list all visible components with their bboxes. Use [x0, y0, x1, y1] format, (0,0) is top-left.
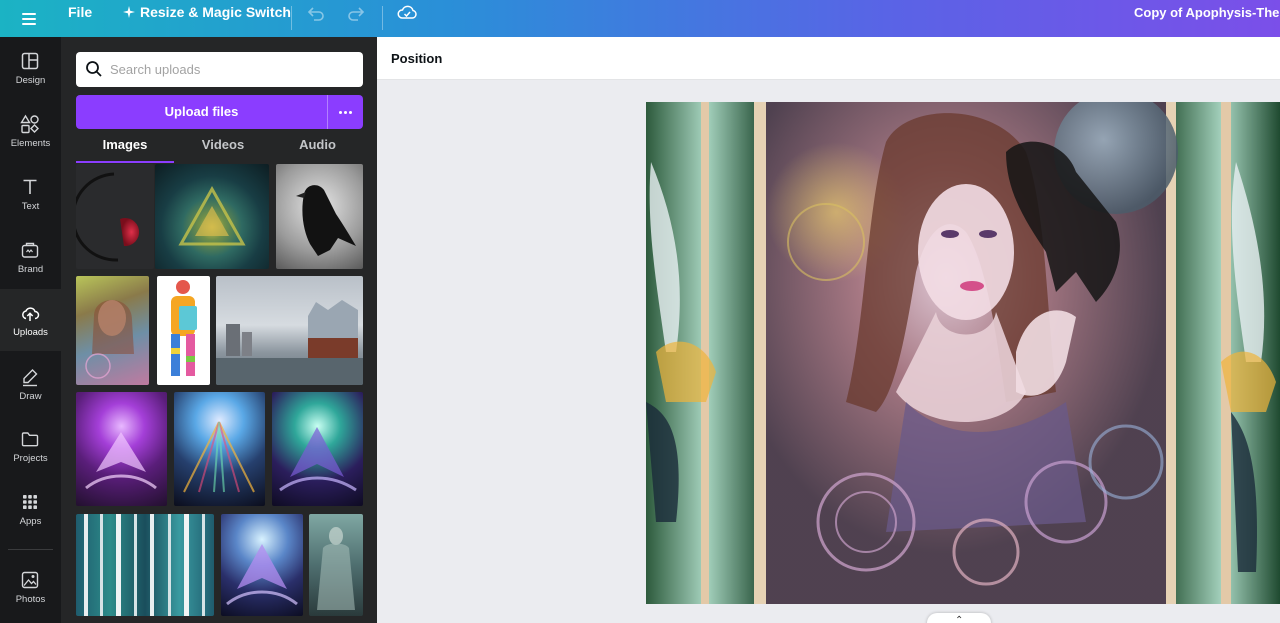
- context-toolbar: Position: [377, 37, 1280, 80]
- upload-thumbnail[interactable]: [272, 392, 363, 506]
- upload-thumbnail[interactable]: [216, 276, 363, 385]
- search-uploads-input[interactable]: [110, 52, 355, 87]
- rail-label: Draw: [19, 391, 42, 402]
- upload-thumbnail[interactable]: [155, 164, 269, 269]
- upload-thumbnail[interactable]: [76, 164, 154, 269]
- more-options-icon[interactable]: [328, 95, 363, 129]
- rail-item-projects[interactable]: Projects: [0, 415, 61, 477]
- rail-label: Brand: [17, 264, 44, 275]
- position-button[interactable]: Position: [391, 51, 442, 66]
- rail-label: Uploads: [13, 327, 48, 338]
- sparkle-icon: [123, 6, 135, 18]
- brand-icon: [21, 242, 39, 258]
- chevron-up-icon: ⌃: [955, 615, 964, 623]
- folder-icon: [21, 432, 39, 447]
- rail-item-text[interactable]: Text: [0, 163, 61, 225]
- design-page[interactable]: [646, 102, 1280, 604]
- image-icon: [21, 571, 39, 589]
- tab-audio[interactable]: Audio: [272, 133, 363, 163]
- resize-magic-switch-button[interactable]: Resize & Magic Switch: [123, 4, 291, 20]
- resize-label: Resize & Magic Switch: [140, 4, 291, 20]
- search-box: [76, 52, 363, 87]
- rail-item-apps[interactable]: Apps: [0, 478, 61, 540]
- rail-label: Elements: [10, 138, 51, 149]
- file-menu-button[interactable]: File: [68, 4, 92, 20]
- text-icon: [23, 179, 37, 194]
- upload-thumbnail[interactable]: [76, 392, 167, 506]
- upload-thumbnail[interactable]: [309, 514, 363, 616]
- tab-images[interactable]: Images: [76, 133, 174, 163]
- rail-item-design[interactable]: Design: [0, 37, 61, 99]
- layout-icon: [21, 52, 39, 70]
- undo-icon[interactable]: [305, 3, 327, 25]
- upload-thumbnail[interactable]: [76, 276, 149, 385]
- upload-files-button[interactable]: Upload files: [76, 95, 327, 129]
- pen-icon: [23, 369, 38, 387]
- grid-icon: [23, 495, 37, 509]
- rail-label: Apps: [19, 516, 42, 527]
- top-bar: File Resize & Magic Switch Copy of Apoph…: [0, 0, 1280, 37]
- upload-thumbnail[interactable]: [76, 514, 214, 616]
- upload-thumbnail[interactable]: [157, 276, 210, 385]
- rail-label: Design: [15, 75, 46, 86]
- tab-videos[interactable]: Videos: [174, 133, 272, 163]
- rail-label: Photos: [15, 594, 46, 605]
- upload-thumbnail[interactable]: [174, 392, 265, 506]
- hamburger-menu-icon[interactable]: [18, 8, 40, 30]
- upload-thumbnail[interactable]: [221, 514, 303, 616]
- toolbar-divider: [382, 6, 383, 30]
- left-rail: Design Elements Text Brand Uploads Draw …: [0, 37, 61, 623]
- rail-item-elements[interactable]: Elements: [0, 100, 61, 162]
- cloud-saved-icon[interactable]: [396, 1, 418, 23]
- uploads-panel: Upload files Images Videos Audio: [61, 37, 377, 623]
- page-scroll-handle[interactable]: ⌃: [927, 613, 991, 623]
- rail-divider: [8, 549, 53, 550]
- upload-thumbnail[interactable]: [276, 164, 363, 269]
- toolbar-divider: [291, 6, 292, 30]
- media-tabs: Images Videos Audio: [76, 133, 363, 163]
- rail-item-uploads[interactable]: Uploads: [0, 289, 61, 351]
- rail-item-brand[interactable]: Brand: [0, 226, 61, 288]
- rail-item-photos[interactable]: Photos: [0, 556, 61, 618]
- rail-label: Projects: [13, 453, 48, 464]
- cloud-upload-icon: [22, 307, 40, 321]
- shapes-icon: [20, 114, 39, 134]
- rail-item-draw[interactable]: Draw: [0, 353, 61, 415]
- upload-button-group: Upload files: [76, 95, 363, 129]
- design-title[interactable]: Copy of Apophysis-ThePr: [1134, 5, 1280, 20]
- redo-icon[interactable]: [345, 3, 367, 25]
- search-icon: [86, 61, 102, 77]
- rail-label: Text: [21, 201, 40, 212]
